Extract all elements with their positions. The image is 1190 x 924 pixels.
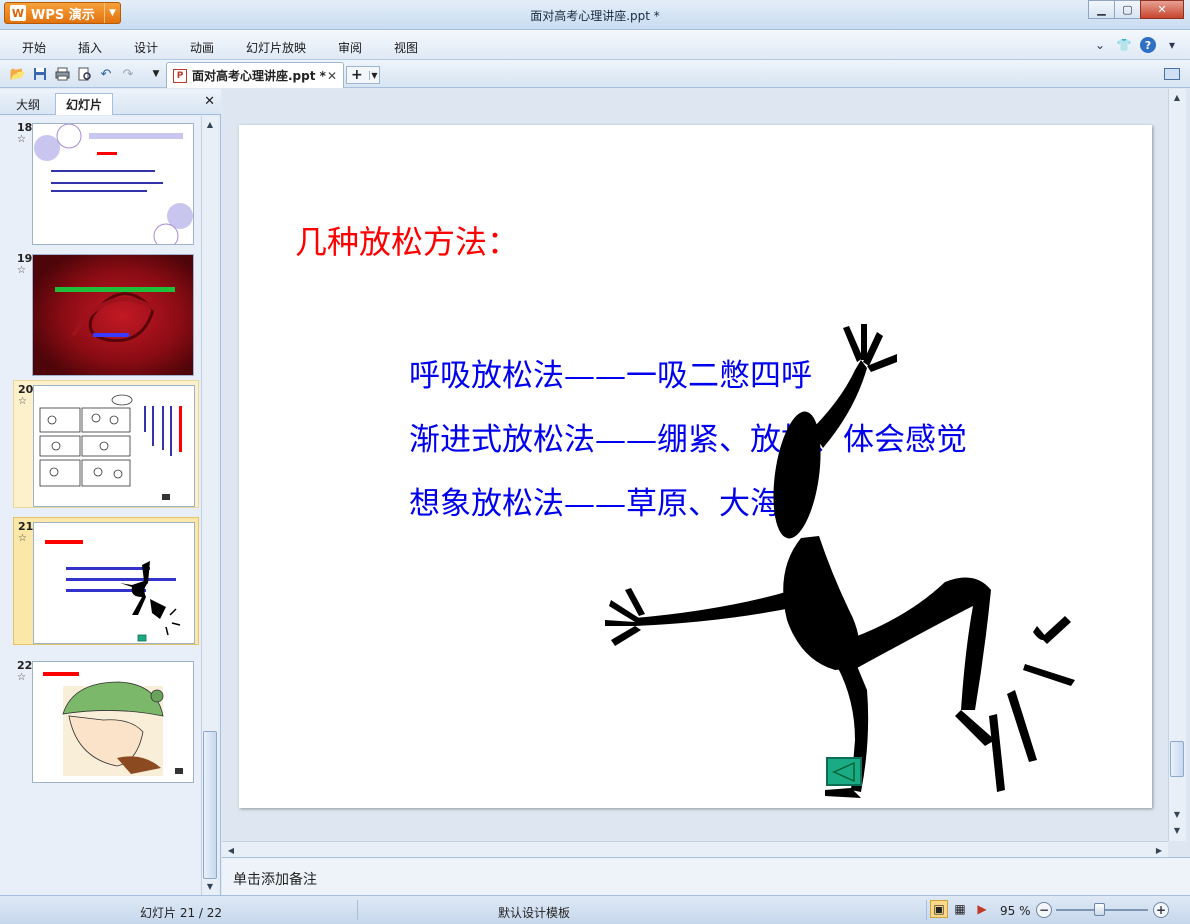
scrollbar-thumb[interactable]: [1170, 741, 1184, 777]
ppt-file-icon: P: [173, 68, 187, 83]
plus-icon: +: [351, 67, 363, 83]
slide-editor: 几种放松方法： 呼吸放松法——一吸二憋四呼 渐进式放松法——绷紧、放松、体会感觉…: [222, 89, 1190, 857]
zoom-out-icon[interactable]: −: [1036, 902, 1052, 918]
print-icon[interactable]: [54, 66, 70, 82]
title-bar: W WPS 演示 ▼ 面对高考心理讲座.ppt * ▁ ▢ ✕: [0, 0, 1190, 30]
slideshow-view-icon[interactable]: ▶: [973, 900, 991, 918]
animation-star-icon: ☆: [18, 533, 27, 544]
design-template-label[interactable]: 默认设计模板: [498, 904, 570, 921]
scroll-up-icon[interactable]: ▲: [1170, 90, 1184, 104]
tab-outline[interactable]: 大纲: [6, 93, 50, 115]
skin-shirt-icon[interactable]: 👕: [1116, 37, 1132, 53]
new-tab-button[interactable]: + ▼: [346, 66, 380, 84]
menu-animation[interactable]: 动画: [190, 39, 214, 56]
editor-horizontal-scrollbar[interactable]: ◀ ▶: [222, 841, 1168, 857]
redo-icon[interactable]: ↷: [120, 66, 136, 82]
scroll-page-down-icon[interactable]: ▼: [1170, 823, 1184, 837]
slide-title[interactable]: 几种放松方法：: [295, 217, 519, 263]
slide-number: 22: [17, 659, 33, 672]
slide-number: 18: [17, 121, 33, 134]
notes-placeholder[interactable]: 单击添加备注: [233, 869, 317, 889]
notes-pane[interactable]: 单击添加备注: [222, 857, 1190, 895]
quick-access-toolbar: 📂 ↶ ↷ ▼ P 面对高考心理讲座.ppt * ✕ + ▼: [0, 60, 1190, 88]
ribbon-collapse-icon[interactable]: ⌄: [1092, 37, 1108, 53]
scrollbar-thumb[interactable]: [203, 731, 217, 879]
menu-view[interactable]: 视图: [394, 39, 418, 56]
tab-slides[interactable]: 幻灯片: [55, 93, 114, 115]
slide-thumbnail-22[interactable]: 22 ☆: [13, 657, 199, 785]
menu-insert[interactable]: 插入: [78, 39, 102, 56]
undo-icon[interactable]: ↶: [98, 66, 114, 82]
close-tab-icon[interactable]: ✕: [327, 69, 337, 83]
triangle-left-icon: [832, 761, 855, 782]
slide-canvas[interactable]: 几种放松方法： 呼吸放松法——一吸二憋四呼 渐进式放松法——绷紧、放松、体会感觉…: [239, 125, 1152, 808]
window-title: 面对高考心理讲座.ppt *: [530, 9, 660, 23]
slide-thumbnail-18[interactable]: 18 ☆: [13, 119, 199, 247]
animation-star-icon: ☆: [17, 672, 26, 683]
print-preview-icon[interactable]: [76, 66, 92, 82]
slide-preview: [32, 254, 194, 376]
animation-star-icon: ☆: [18, 396, 27, 407]
zoom-in-icon[interactable]: +: [1153, 902, 1169, 918]
scroll-left-icon[interactable]: ◀: [224, 843, 238, 857]
slide-thumbnail-21[interactable]: 21 ☆: [13, 517, 199, 645]
close-button[interactable]: ✕: [1140, 0, 1184, 19]
running-figure-clipart[interactable]: [605, 320, 1095, 808]
scroll-down-icon[interactable]: ▼: [203, 879, 217, 893]
panel-close-icon[interactable]: ✕: [204, 94, 215, 109]
editor-vertical-scrollbar[interactable]: ▲ ▼ ▼: [1168, 89, 1186, 841]
back-action-button[interactable]: [826, 757, 862, 786]
zoom-slider-handle[interactable]: [1094, 903, 1105, 916]
slides-panel-scrollbar[interactable]: ▲ ▼: [201, 116, 218, 895]
menu-slideshow[interactable]: 幻灯片放映: [246, 39, 306, 56]
animation-star-icon: ☆: [17, 134, 26, 145]
normal-view-icon[interactable]: ▣: [930, 900, 948, 918]
slide-preview: [33, 522, 195, 644]
menu-bar: 开始 插入 设计 动画 幻灯片放映 审阅 视图 ⌄ 👕 ? ▾: [0, 30, 1190, 60]
window-layout-icon[interactable]: [1164, 68, 1180, 80]
menu-design[interactable]: 设计: [134, 39, 158, 56]
save-icon[interactable]: [32, 66, 48, 82]
scroll-down-icon[interactable]: ▼: [1170, 807, 1184, 821]
menu-home[interactable]: 开始: [22, 39, 46, 56]
minimize-button[interactable]: ▁: [1088, 0, 1115, 19]
panel-tabs: 大纲 幻灯片 ✕: [0, 89, 221, 115]
new-tab-dropdown-icon[interactable]: ▼: [369, 70, 379, 80]
slide-preview: [32, 123, 194, 245]
slide-number: 21: [18, 520, 34, 533]
slide-thumbnail-19[interactable]: 19 ☆: [13, 250, 199, 378]
zoom-percent: 95 %: [1000, 904, 1031, 918]
slide-indicator: 幻灯片 21 / 22: [140, 906, 223, 920]
slide-thumbnail-20[interactable]: 20 ☆: [13, 380, 199, 508]
document-tab[interactable]: P 面对高考心理讲座.ppt * ✕: [166, 62, 344, 88]
slide-preview: [33, 385, 195, 507]
menu-review[interactable]: 审阅: [338, 39, 362, 56]
scroll-right-icon[interactable]: ▶: [1152, 843, 1166, 857]
open-folder-icon[interactable]: 📂: [10, 66, 26, 82]
slide-number: 20: [18, 383, 34, 396]
help-dropdown-icon[interactable]: ▾: [1164, 37, 1180, 53]
slides-panel: 大纲 幻灯片 ✕ 18 ☆ 19 ☆ 20 ☆ 21 ☆ 22 ☆ ▲ ▼: [0, 89, 221, 895]
slide-number: 19: [17, 252, 33, 265]
slide-sorter-view-icon[interactable]: ▦: [951, 900, 969, 918]
maximize-button[interactable]: ▢: [1114, 0, 1141, 19]
status-bar: 幻灯片 21 / 22 默认设计模板 ▣ ▦ ▶ 95 % − +: [0, 895, 1190, 924]
scroll-up-icon[interactable]: ▲: [203, 117, 217, 131]
help-icon[interactable]: ?: [1140, 37, 1156, 53]
animation-star-icon: ☆: [17, 265, 26, 276]
slide-preview: [32, 661, 194, 783]
document-tab-label: 面对高考心理讲座.ppt *: [192, 69, 326, 83]
slide-thumbnail-list[interactable]: 18 ☆ 19 ☆ 20 ☆ 21 ☆ 22 ☆: [0, 116, 200, 895]
toolbar-customize-icon[interactable]: ▼: [148, 66, 164, 82]
